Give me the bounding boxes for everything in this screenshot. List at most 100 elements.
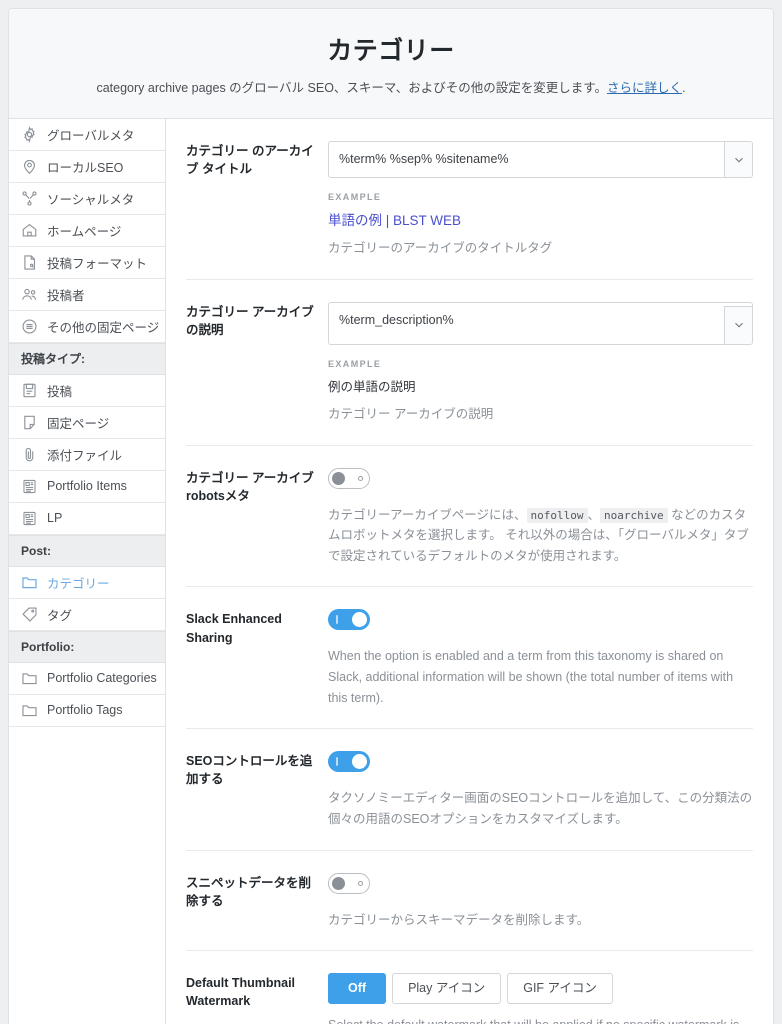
paperclip-icon [21, 446, 38, 463]
sidebar-item-label: 固定ページ [47, 416, 110, 431]
sidebar-item-label: 投稿 [47, 384, 73, 399]
archive-title-input[interactable]: %term% %sep% %sitename% [329, 142, 724, 178]
users-icon [21, 286, 38, 303]
setting-field: When the option is enabled and a term fr… [328, 609, 753, 708]
archive-description-textarea[interactable]: %term_description% [329, 303, 724, 344]
sidebar-section-post: Post: [9, 534, 165, 567]
setting-label: Default Thumbnail Watermark [186, 976, 296, 1009]
code-noarchive: noarchive [600, 507, 668, 523]
sidebar-item-label: ホームページ [47, 224, 122, 239]
sidebar-item-post-formats[interactable]: 投稿フォーマット [9, 247, 165, 279]
seo-controls-toggle[interactable] [328, 751, 370, 773]
newspaper-icon [21, 510, 38, 527]
toggle-knob [352, 754, 367, 770]
toggle-mark [358, 880, 363, 886]
sidebar-item-social-meta[interactable]: ソーシャルメタ [9, 183, 165, 215]
watermark-option-play[interactable]: Play アイコン [392, 973, 502, 1005]
setting-default-watermark: Default Thumbnail Watermark Off Play アイコ… [186, 951, 753, 1024]
sidebar-item-label: カテゴリー [47, 576, 110, 591]
sidebar-item-pages[interactable]: 固定ページ [9, 407, 165, 439]
folder-icon [21, 574, 38, 591]
settings-panel: カテゴリー category archive pages のグローバル SEO、… [8, 8, 774, 1024]
setting-label: Slack Enhanced Sharing [186, 612, 282, 645]
folder-icon [21, 670, 38, 687]
setting-hint: カテゴリーのアーカイブのタイトルタグ [328, 241, 553, 256]
setting-field: カテゴリーからスキーマデータを削除します。 [328, 872, 753, 931]
page-header: カテゴリー category archive pages のグローバル SEO、… [9, 9, 773, 119]
slack-sharing-toggle[interactable] [328, 609, 370, 631]
list-circle-icon [21, 318, 38, 335]
example-value: 単語の例 | BLST WEB [328, 213, 462, 229]
page-title: カテゴリー [327, 37, 455, 65]
gear-icon [21, 125, 38, 143]
setting-seo-controls: SEOコントロールを追加する タクソノミーエディター画面のSEOコントロールを追… [186, 729, 753, 851]
sidebar-item-global-meta[interactable]: グローバルメタ [9, 119, 165, 151]
sidebar-section-portfolio: Portfolio: [9, 630, 165, 663]
page-root: カテゴリー category archive pages のグローバル SEO、… [0, 0, 782, 1024]
sidebar-section-label: 投稿タイプ: [21, 352, 85, 367]
home-icon [21, 222, 38, 239]
sidebar-item-label: 添付ファイル [47, 448, 123, 463]
sidebar-item-lp[interactable]: LP [9, 503, 165, 535]
sidebar-item-other-pages[interactable]: その他の固定ページ [9, 311, 165, 343]
sidebar-item-label: 投稿フォーマット [47, 256, 148, 271]
sidebar-section-label: Post: [21, 543, 51, 558]
setting-hint: カテゴリーからスキーマデータを削除します。 [328, 912, 590, 927]
toggle-knob [352, 612, 367, 628]
settings-content: カテゴリー のアーカイブ タイトル %term% %sep% %sitename… [166, 119, 773, 1024]
toggle-mark [358, 475, 363, 481]
watermark-option-gif[interactable]: GIF アイコン [507, 973, 613, 1005]
setting-field: %term% %sep% %sitename% EXAMPLE 単語の例 | B… [328, 140, 753, 259]
setting-robots-meta: カテゴリー アーカイブ robotsメタ カテゴリーアーカイブページには、 nof… [186, 446, 753, 588]
sidebar-item-homepage[interactable]: ホームページ [9, 215, 165, 247]
hint-part-2: 、 [587, 507, 601, 522]
sidebar-item-portfolio-tags[interactable]: Portfolio Tags [9, 695, 165, 727]
archive-description-input-wrap[interactable]: %term_description% [328, 301, 753, 345]
watermark-options: Off Play アイコン GIF アイコン [328, 973, 753, 1005]
sidebar-item-attachments[interactable]: 添付ファイル [9, 439, 165, 471]
sidebar-item-label: ソーシャルメタ [47, 192, 135, 207]
sidebar-item-posts[interactable]: 投稿 [9, 375, 165, 407]
panel-body: グローバルメタ ローカルSEO ソーシャルメタ ホームページ 投稿フォーマット [9, 118, 773, 1024]
example-label: EXAMPLE [328, 192, 382, 203]
map-pin-icon [21, 158, 38, 175]
sidebar-item-label: その他の固定ページ [47, 320, 160, 335]
page-subtitle: category archive pages のグローバル SEO、スキーマ、お… [29, 79, 753, 98]
sidebar-item-label: 投稿者 [47, 288, 85, 303]
setting-remove-snippet: スニペットデータを削除する カテゴリーからスキーマデータを削除します。 [186, 851, 753, 952]
folder-icon [21, 702, 38, 719]
setting-field: カテゴリーアーカイブページには、 nofollow、 noarchive などのカス… [328, 467, 753, 567]
toggle-knob [332, 471, 345, 485]
setting-label: スニペットデータを削除する [186, 875, 312, 908]
settings-list: カテゴリー のアーカイブ タイトル %term% %sep% %sitename… [166, 119, 773, 1024]
watermark-option-off[interactable]: Off [328, 973, 387, 1005]
setting-archive-title: カテゴリー のアーカイブ タイトル %term% %sep% %sitename… [186, 119, 753, 280]
sidebar-item-label: Portfolio Categories [47, 671, 157, 686]
setting-label: SEOコントロールを追加する [186, 754, 313, 787]
remove-snippet-toggle[interactable] [328, 872, 370, 894]
setting-label: カテゴリー のアーカイブ タイトル [186, 143, 314, 176]
chevron-down-icon[interactable] [724, 141, 752, 178]
setting-field: %term_description% EXAMPLE 例の単語の説明 カテゴリー… [328, 301, 753, 425]
sidebar-item-authors[interactable]: 投稿者 [9, 279, 165, 311]
sidebar-item-local-seo[interactable]: ローカルSEO [9, 151, 165, 183]
archive-title-input-wrap[interactable]: %term% %sep% %sitename% [328, 140, 753, 179]
sidebar-item-categories[interactable]: カテゴリー [9, 567, 165, 599]
setting-field: Off Play アイコン GIF アイコン Select the defaul… [328, 973, 753, 1024]
share-network-icon [21, 190, 38, 207]
sidebar-item-portfolio-items[interactable]: Portfolio Items [9, 471, 165, 503]
robots-meta-toggle[interactable] [328, 467, 370, 489]
example-label: EXAMPLE [328, 358, 382, 369]
learn-more-link[interactable]: さらに詳しく [607, 81, 682, 95]
chevron-down-icon[interactable] [724, 305, 752, 344]
sidebar-item-portfolio-categories[interactable]: Portfolio Categories [9, 663, 165, 695]
page-subtitle-text: category archive pages のグローバル SEO、スキーマ、お… [96, 81, 608, 95]
sidebar-item-label: LP [47, 511, 63, 526]
setting-hint: タクソノミーエディター画面のSEOコントロールを追加して、この分類法の個々の用語… [328, 791, 753, 826]
toggle-knob [332, 876, 345, 890]
sidebar-item-tags[interactable]: タグ [9, 599, 165, 631]
post-icon [21, 382, 38, 399]
page-icon [21, 414, 38, 431]
setting-hint: Select the default watermark that will b… [328, 1015, 753, 1024]
setting-hint: カテゴリー アーカイブの説明 [328, 406, 494, 421]
